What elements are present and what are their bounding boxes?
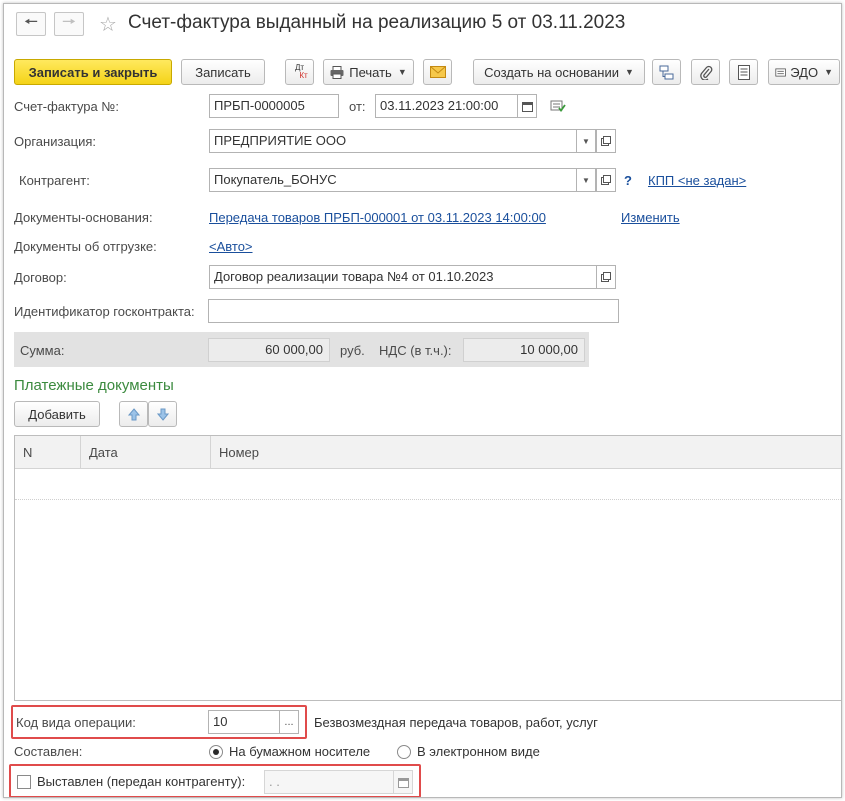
- print-label: Печать: [349, 64, 392, 80]
- save-button[interactable]: Записать: [181, 59, 265, 85]
- calendar-icon: [397, 777, 409, 788]
- payment-documents-table[interactable]: N Дата Номер: [14, 435, 841, 701]
- edo-button[interactable]: ЭДО ▼: [768, 59, 840, 85]
- counterparty-field[interactable]: Покупатель_БОНУС: [209, 168, 577, 192]
- sum-label: Сумма:: [20, 343, 65, 358]
- print-button[interactable]: Печать ▼: [323, 59, 414, 85]
- change-link[interactable]: Изменить: [621, 210, 680, 225]
- sum-field: 60 000,00: [208, 338, 330, 362]
- gov-contract-id-field[interactable]: [208, 299, 619, 323]
- issued-calendar-button[interactable]: [393, 770, 413, 794]
- payment-documents-title: Платежные документы: [14, 377, 174, 394]
- counterparty-label: Контрагент:: [19, 173, 90, 188]
- calendar-button[interactable]: [517, 94, 537, 118]
- op-code-select-button[interactable]: ...: [279, 710, 299, 734]
- document-window: 🠔 🠖 ☆ Счет-фактура выданный на реализаци…: [3, 3, 842, 798]
- document-list-icon: [737, 64, 750, 80]
- gov-contract-id-label: Идентификатор госконтракта:: [14, 304, 195, 319]
- column-header-n[interactable]: N: [15, 436, 81, 469]
- arrow-right-icon: 🠖: [61, 13, 76, 31]
- chevron-down-icon: ▼: [624, 67, 634, 77]
- paperclip-icon: [699, 65, 712, 80]
- table-row[interactable]: [15, 470, 841, 500]
- op-code-field[interactable]: 10: [208, 710, 280, 734]
- base-documents-label: Документы-основания:: [14, 210, 153, 225]
- open-form-icon: [601, 272, 611, 282]
- move-up-button[interactable]: [119, 401, 148, 427]
- electronic-radio[interactable]: [397, 745, 411, 759]
- dt-kt-button[interactable]: Дт Кт: [285, 59, 314, 85]
- op-code-description: Безвозмездная передача товаров, работ, у…: [314, 715, 598, 730]
- column-header-number[interactable]: Номер: [211, 436, 841, 469]
- issued-date-field[interactable]: . .: [264, 770, 394, 794]
- contract-label: Договор:: [14, 270, 67, 285]
- envelope-icon: [429, 66, 446, 78]
- organization-field[interactable]: ПРЕДПРИЯТИЕ ООО: [209, 129, 577, 153]
- from-label: от:: [349, 99, 366, 114]
- issued-label[interactable]: Выставлен (передан контрагенту):: [37, 774, 245, 789]
- currency-label: руб.: [340, 343, 365, 358]
- issued-checkbox[interactable]: [17, 775, 31, 789]
- open-form-icon: [601, 136, 611, 146]
- forward-button[interactable]: 🠖: [54, 12, 84, 36]
- organization-open-button[interactable]: [596, 129, 616, 153]
- chevron-down-icon: ▼: [824, 67, 833, 77]
- base-documents-link[interactable]: Передача товаров ПРБП-000001 от 03.11.20…: [209, 210, 546, 225]
- open-form-icon: [601, 175, 611, 185]
- favorite-star-icon[interactable]: ☆: [99, 12, 117, 37]
- organization-dropdown[interactable]: ▼: [576, 129, 596, 153]
- move-down-button[interactable]: [148, 401, 177, 427]
- table-header: N Дата Номер: [15, 436, 841, 469]
- email-button[interactable]: [423, 59, 452, 85]
- chevron-down-icon: ▼: [582, 175, 590, 185]
- chevron-down-icon: ▼: [397, 67, 407, 77]
- shipment-documents-link[interactable]: <Авто>: [209, 239, 253, 254]
- chevron-down-icon: ▼: [582, 136, 590, 146]
- create-based-on-label: Создать на основании: [484, 64, 619, 80]
- kt-label: Кт: [299, 71, 308, 80]
- create-based-on-button[interactable]: Создать на основании ▼: [473, 59, 645, 85]
- counterparty-open-button[interactable]: [596, 168, 616, 192]
- hierarchy-icon: [659, 65, 674, 79]
- column-header-date[interactable]: Дата: [81, 436, 211, 469]
- contract-field[interactable]: Договор реализации товара №4 от 01.10.20…: [209, 265, 597, 289]
- kpp-link[interactable]: КПП <не задан>: [648, 173, 746, 188]
- contract-open-button[interactable]: [596, 265, 616, 289]
- attach-button[interactable]: [691, 59, 720, 85]
- edo-label: ЭДО: [790, 64, 819, 80]
- printer-icon: [330, 65, 344, 79]
- save-and-close-button[interactable]: Записать и закрыть: [14, 59, 172, 85]
- calendar-icon: [521, 101, 533, 112]
- counterparty-dropdown[interactable]: ▼: [576, 168, 596, 192]
- shipment-documents-label: Документы об отгрузке:: [14, 239, 157, 254]
- op-code-label: Код вида операции:: [16, 715, 136, 730]
- paper-radio[interactable]: [209, 745, 223, 759]
- paper-option-label[interactable]: На бумажном носителе: [229, 744, 370, 759]
- arrow-down-icon: [156, 408, 169, 421]
- add-payment-button[interactable]: Добавить: [14, 401, 100, 427]
- vat-label: НДС (в т.ч.):: [379, 343, 452, 358]
- page-title: Счет-фактура выданный на реализацию 5 от…: [128, 12, 626, 33]
- structure-button[interactable]: [652, 59, 681, 85]
- help-icon[interactable]: ?: [624, 173, 632, 188]
- vat-field: 10 000,00: [463, 338, 585, 362]
- edo-icon: [775, 67, 786, 77]
- date-field[interactable]: 03.11.2023 21:00:00: [375, 94, 519, 118]
- arrow-left-icon: 🠔: [23, 13, 38, 31]
- status-check-icon[interactable]: [550, 98, 566, 116]
- invoice-number-label: Счет-фактура №:: [14, 99, 119, 114]
- back-button[interactable]: 🠔: [16, 12, 46, 36]
- arrow-up-icon: [127, 407, 140, 420]
- report-button[interactable]: [729, 59, 758, 85]
- invoice-number-field[interactable]: ПРБП-0000005: [209, 94, 339, 118]
- organization-label: Организация:: [14, 134, 97, 149]
- composed-label: Составлен:: [14, 744, 83, 759]
- electronic-option-label[interactable]: В электронном виде: [417, 744, 540, 759]
